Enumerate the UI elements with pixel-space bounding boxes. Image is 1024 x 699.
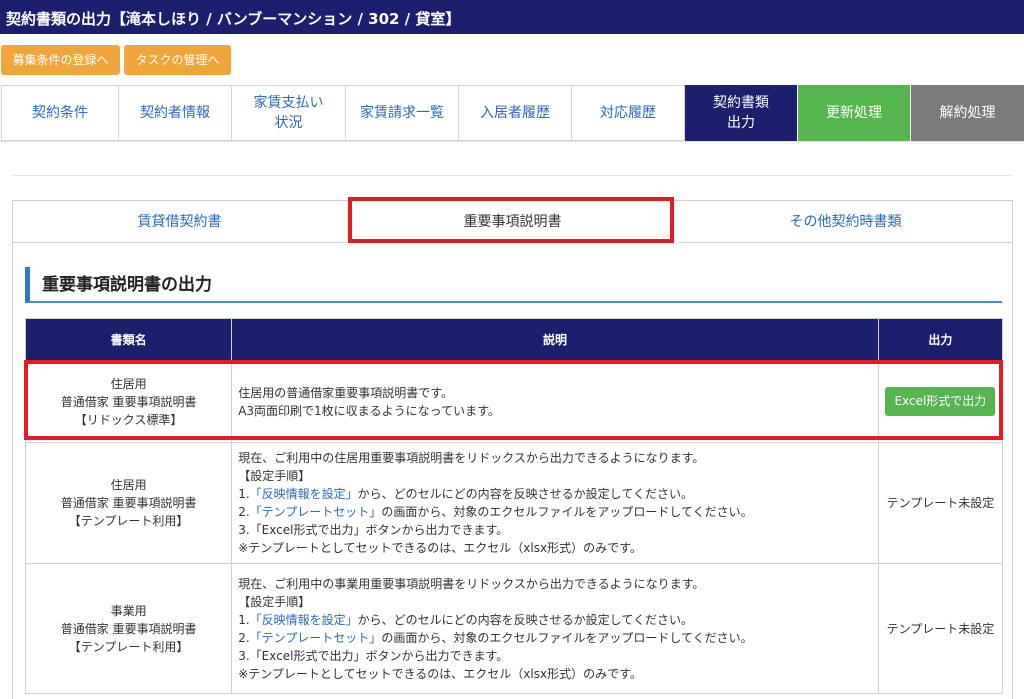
reflection-settings-link[interactable]: 「反映情報を設定」 <box>250 613 358 627</box>
document-name: 住居用 普通借家 重要事項説明書 【テンプレート利用】 <box>24 442 233 564</box>
tab-rent-billing-list[interactable]: 家賃請求一覧 <box>345 85 459 141</box>
document-panel: 賃貸借契約書 重要事項説明書 その他契約時書類 重要事項説明書の出力 書類名 説… <box>12 200 1013 699</box>
output-status: テンプレート未設定 <box>877 563 1004 694</box>
tab-cancellation[interactable]: 解約処理 <box>911 85 1024 141</box>
template-set-link[interactable]: 「テンプレートセット」 <box>250 631 382 645</box>
output-cell: Excel形式で出力 <box>877 360 1004 443</box>
table-row: 事業用 普通借家 重要事項説明書 【テンプレート利用】 現在、ご利用中の事業用重… <box>24 563 1004 694</box>
page-title: 契約書類の出力【滝本しほり / バンブーマンション / 302 / 貸室】 <box>0 0 1024 34</box>
tab-contractor-info[interactable]: 契約者情報 <box>118 85 232 141</box>
document-description: 現在、ご利用中の事業用重要事項説明書をリドックスから出力できるようになります。 … <box>231 563 879 694</box>
tab-contract-terms[interactable]: 契約条件 <box>1 85 119 141</box>
sub-tab-bar: 賃貸借契約書 重要事項説明書 その他契約時書類 <box>13 201 1012 243</box>
document-name: 事業用 普通借家 重要事項説明書 【テンプレート利用】 <box>24 563 233 694</box>
reflection-settings-link[interactable]: 「反映情報を設定」 <box>250 487 358 501</box>
tab-contract-documents[interactable]: 契約書類 出力 <box>685 85 797 141</box>
document-table: 書類名 説明 出力 住居用 普通借家 重要事項説明書 【リドックス標準】 住居用… <box>24 318 1004 694</box>
task-management-button[interactable]: タスクの管理へ <box>124 45 231 75</box>
tab-rent-payment-status[interactable]: 家賃支払い 状況 <box>231 85 346 141</box>
subtab-important-matters[interactable]: 重要事項説明書 <box>346 201 679 243</box>
subtab-lease-contract[interactable]: 賃貸借契約書 <box>13 201 346 243</box>
main-tab-bar: 契約条件 契約者情報 家賃支払い 状況 家賃請求一覧 入居者履歴 対応履歴 契約… <box>1 85 1024 141</box>
document-description: 現在、ご利用中の住居用重要事項説明書をリドックスから出力できるようになります。 … <box>231 442 879 564</box>
table-row: 住居用 普通借家 重要事項説明書 【テンプレート利用】 現在、ご利用中の住居用重… <box>24 442 1004 564</box>
document-name: 住居用 普通借家 重要事項説明書 【リドックス標準】 <box>24 360 233 443</box>
recruit-conditions-button[interactable]: 募集条件の登録へ <box>1 45 120 75</box>
divider <box>12 175 1012 176</box>
column-header-description: 説明 <box>231 318 879 361</box>
document-description: 住居用の普通借家重要事項説明書です。 A3両面印刷で1枚に収まるようになっていま… <box>231 360 879 443</box>
excel-export-button[interactable]: Excel形式で出力 <box>885 387 996 416</box>
output-status: テンプレート未設定 <box>877 442 1004 564</box>
column-header-name: 書類名 <box>24 318 233 361</box>
table-row: 住居用 普通借家 重要事項説明書 【リドックス標準】 住居用の普通借家重要事項説… <box>24 360 1004 443</box>
subtab-other-documents[interactable]: その他契約時書類 <box>679 201 1012 243</box>
tab-renewal[interactable]: 更新処理 <box>798 85 910 141</box>
tab-tenant-history[interactable]: 入居者履歴 <box>458 85 572 141</box>
template-set-link[interactable]: 「テンプレートセット」 <box>250 505 382 519</box>
section-title: 重要事項説明書の出力 <box>25 267 1002 303</box>
tab-response-history[interactable]: 対応履歴 <box>571 85 685 141</box>
column-header-output: 出力 <box>877 318 1004 361</box>
